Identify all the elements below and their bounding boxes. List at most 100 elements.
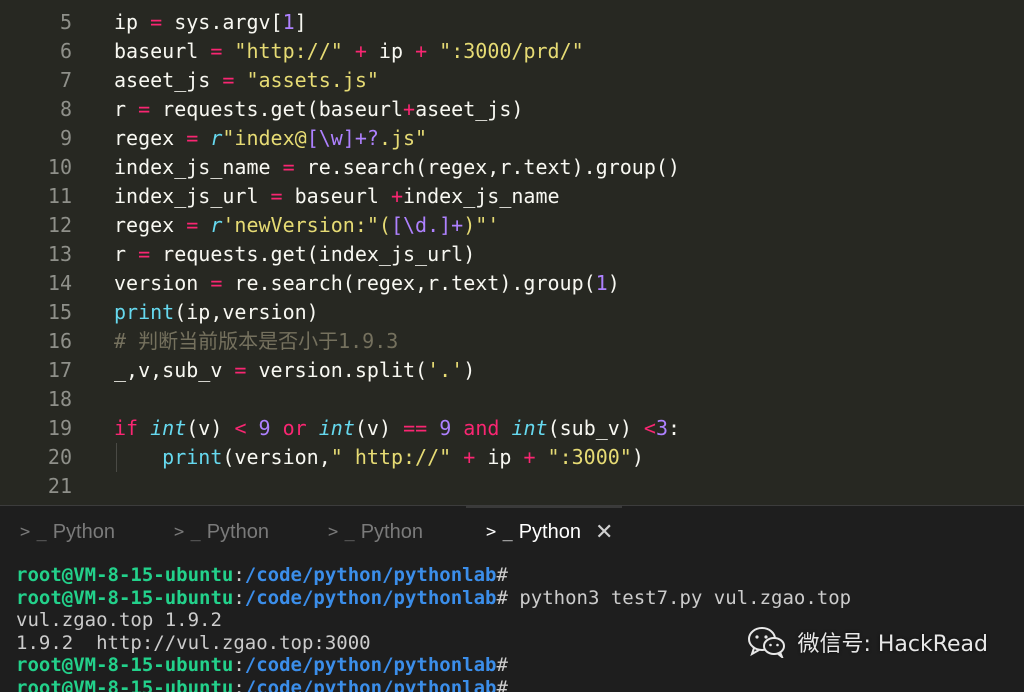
- code-text: r = requests.get(baseurl+aseet_js): [114, 95, 523, 124]
- line-number: 6: [59, 39, 72, 63]
- code-line[interactable]: 8 r = requests.get(baseurl+aseet_js): [0, 95, 1024, 124]
- terminal-tab-bar: > _ Python > _ Python > _ Python > _ Python ✕: [0, 506, 1024, 558]
- code-line[interactable]: 13 r = requests.get(index_js_url): [0, 240, 1024, 269]
- line-number: 11: [47, 184, 72, 208]
- terminal-tab-label: Python: [518, 520, 581, 543]
- code-token: +: [403, 97, 416, 121]
- code-token: )"': [463, 213, 500, 237]
- code-line[interactable]: 19 if int(v) < 9 or int(v) == 9 and int(s…: [0, 414, 1024, 443]
- close-icon[interactable]: ✕: [595, 519, 613, 545]
- terminal-line: root@VM-8-15-ubuntu:/code/python/pythonl…: [16, 654, 508, 676]
- watermark: 微信号: HackRead: [747, 626, 988, 658]
- code-token: version.split(: [246, 358, 428, 382]
- code-token: ): [607, 271, 620, 295]
- code-token: sys.argv[: [162, 10, 283, 34]
- terminal-output[interactable]: root@VM-8-15-ubuntu:/code/python/pythonl…: [0, 558, 1024, 692]
- code-token: =: [210, 271, 223, 295]
- terminal-prompt-icon: > _: [174, 522, 201, 542]
- code-token: re.search(regex,r.text).group(: [222, 271, 596, 295]
- code-text: r = requests.get(index_js_url): [114, 240, 475, 269]
- code-token: 3: [655, 416, 669, 440]
- code-token: =: [210, 39, 223, 63]
- line-number: 20: [47, 445, 72, 469]
- code-line[interactable]: 16 # 判断当前版本是否小于1.9.3: [0, 327, 1024, 356]
- code-line[interactable]: 17 _,v,sub_v = version.split('.'): [0, 356, 1024, 385]
- code-token: [\d.]+: [390, 213, 464, 237]
- code-token: index_js_name: [403, 184, 560, 208]
- code-token: ip: [114, 10, 151, 34]
- code-token: and: [463, 416, 500, 440]
- code-line[interactable]: 10 index_js_name = re.search(regex,r.text…: [0, 153, 1024, 182]
- terminal-text: :: [233, 586, 245, 609]
- code-token: int: [318, 416, 355, 440]
- code-token: requests.get(index_js_url): [150, 242, 476, 266]
- terminal-tab-python[interactable]: > _ Python: [308, 506, 458, 558]
- code-token: =: [270, 184, 283, 208]
- code-line[interactable]: 21: [0, 472, 1024, 501]
- code-token: +: [354, 39, 367, 63]
- code-token: .js": [378, 126, 428, 150]
- code-line[interactable]: 20 print(version," http://" + ip + ":300…: [0, 443, 1024, 472]
- line-number: 10: [47, 155, 72, 179]
- code-token: ==: [403, 416, 428, 440]
- code-line[interactable]: 11 index_js_url = baseurl +index_js_name: [0, 182, 1024, 211]
- terminal-text: #: [496, 677, 508, 692]
- code-token: =: [138, 242, 151, 266]
- code-line[interactable]: 7 aseet_js = "assets.js": [0, 66, 1024, 95]
- code-token: r: [210, 126, 223, 150]
- line-number: 14: [47, 271, 72, 295]
- terminal-user-host: root@VM-8-15-ubuntu: [16, 564, 234, 586]
- code-token: '.': [427, 358, 464, 382]
- code-token: re.search(regex,r.text).group(): [294, 155, 680, 179]
- code-token: r: [114, 242, 139, 266]
- code-line[interactable]: 12 regex = r'newVersion:"([\d.]+)"': [0, 211, 1024, 240]
- code-token: or: [282, 416, 307, 440]
- terminal-user-host: root@VM-8-15-ubuntu: [16, 677, 234, 692]
- line-number: 9: [59, 126, 72, 150]
- code-text: index_js_url = baseurl +index_js_name: [114, 182, 560, 211]
- line-number: 12: [47, 213, 72, 237]
- terminal-tab-python[interactable]: > _ Python: [0, 506, 150, 558]
- terminal-cwd: /code/python/pythonlab: [244, 586, 497, 609]
- code-token: 1: [595, 271, 608, 295]
- code-token: +: [523, 445, 536, 469]
- code-text: ip = sys.argv[1]: [114, 8, 307, 37]
- line-number: 15: [47, 300, 72, 324]
- line-number: 5: [59, 10, 72, 34]
- code-token: r: [210, 213, 223, 237]
- code-token: =: [222, 68, 235, 92]
- code-token: =: [150, 10, 163, 34]
- code-line[interactable]: 14 version = re.search(regex,r.text).grou…: [0, 269, 1024, 298]
- terminal-tab-python[interactable]: > _ Python ✕: [466, 506, 622, 558]
- code-text: index_js_name = re.search(regex,r.text).…: [114, 153, 680, 182]
- terminal-text: #: [496, 654, 508, 677]
- code-text: baseurl = "http://" + ip + ":3000/prd/": [114, 37, 584, 66]
- code-token: " http://": [330, 445, 452, 469]
- code-token: :: [668, 416, 681, 440]
- code-token: =: [234, 358, 247, 382]
- line-number: 17: [47, 358, 72, 382]
- code-line[interactable]: 18: [0, 385, 1024, 414]
- terminal-tab-python[interactable]: > _ Python: [154, 506, 304, 558]
- code-token: print: [162, 445, 223, 469]
- code-token: r: [114, 97, 139, 121]
- code-editor[interactable]: 5 ip = sys.argv[1] 6 baseurl = "http://" + …: [0, 0, 1024, 505]
- code-line[interactable]: 9 regex = r"index@[\w]+?.js": [0, 124, 1024, 153]
- code-line[interactable]: 15 print(ip,version): [0, 298, 1024, 327]
- line-number: 8: [59, 97, 72, 121]
- code-token: +: [463, 445, 476, 469]
- code-line[interactable]: 6 baseurl = "http://" + ip + ":3000/prd/": [0, 37, 1024, 66]
- terminal-line: root@VM-8-15-ubuntu:/code/python/pythonl…: [16, 564, 508, 586]
- terminal-text: #: [496, 564, 508, 586]
- line-number: 18: [47, 387, 72, 411]
- wechat-icon: [748, 627, 786, 658]
- code-line[interactable]: 5 ip = sys.argv[1]: [0, 8, 1024, 37]
- code-token: +: [390, 184, 404, 208]
